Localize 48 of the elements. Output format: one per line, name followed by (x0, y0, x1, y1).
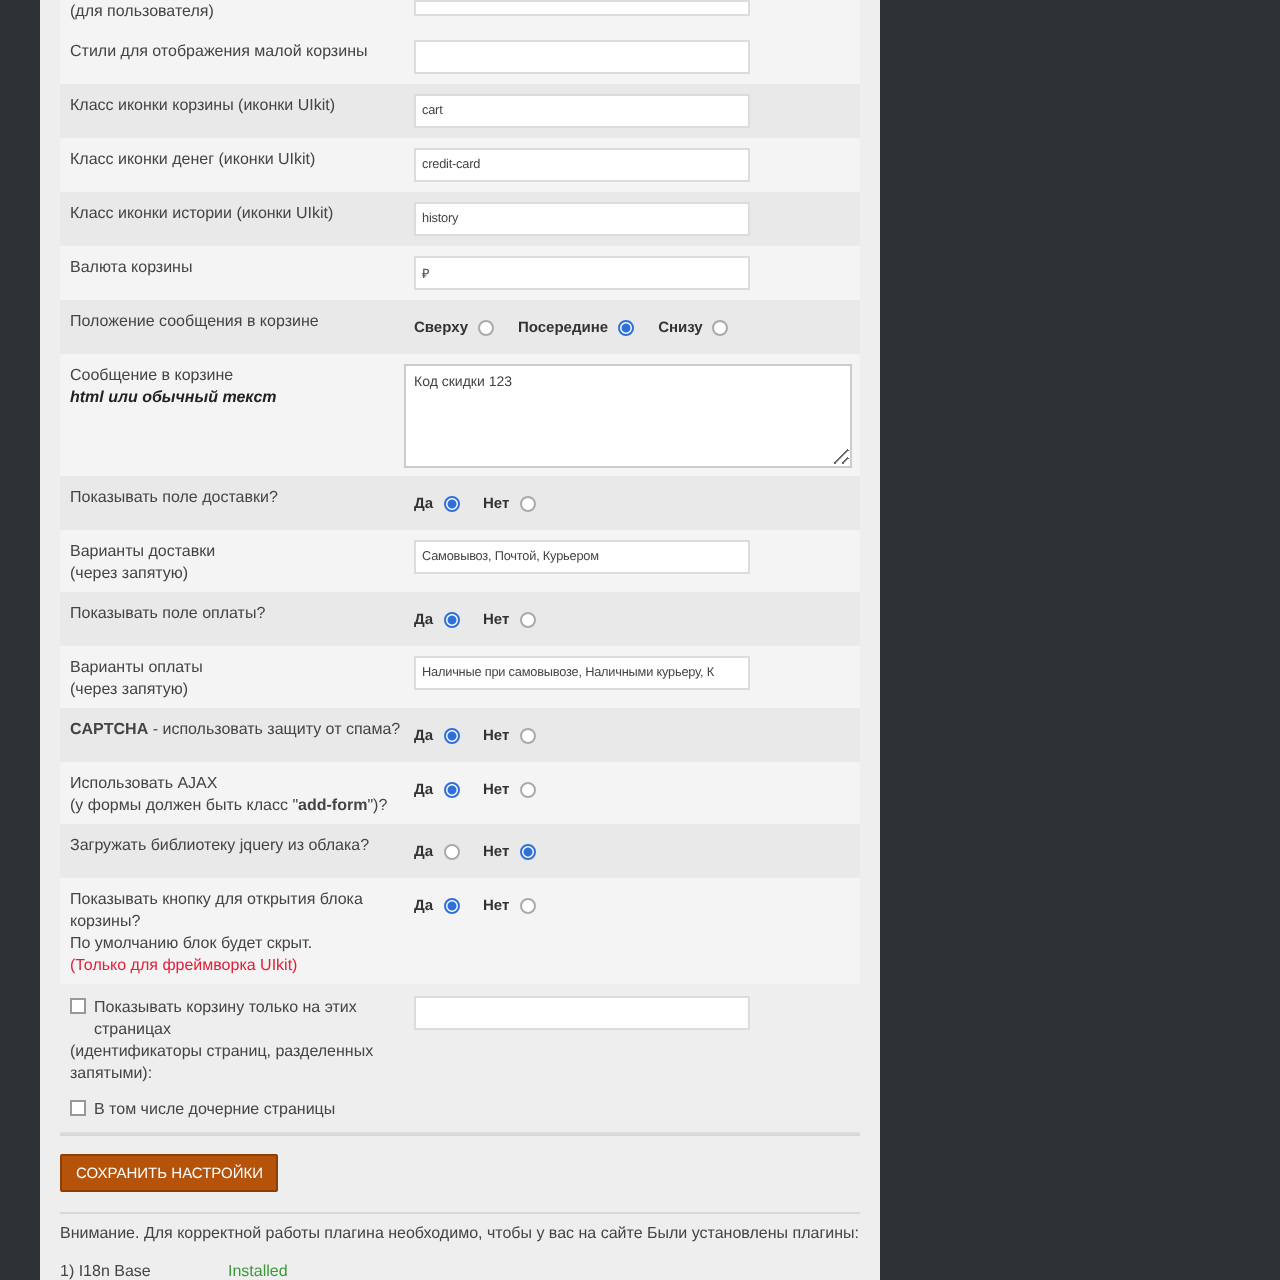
field-label: CAPTCHA - использовать защиту от спама? (70, 718, 403, 740)
radio-button[interactable] (478, 319, 495, 335)
field-label: Показывать поле доставки? (70, 486, 280, 508)
radio-button[interactable] (519, 781, 536, 797)
field-label: Использовать AJAX (70, 772, 220, 794)
field-label: Показывать поле оплаты? (70, 602, 268, 624)
radio-button[interactable] (443, 781, 460, 797)
radio-button[interactable] (443, 843, 460, 859)
field-hint: html или обычный текст (70, 386, 279, 408)
radio-button[interactable] (618, 319, 635, 335)
radio-button[interactable] (443, 495, 460, 511)
field-label: Класс иконки денег (иконки UIkit) (70, 148, 318, 170)
field-label: По умолчанию блок будет скрыт. (70, 932, 315, 954)
checkbox[interactable] (70, 1100, 86, 1116)
text-field[interactable] (414, 996, 750, 1030)
field-label: (через запятую) (70, 678, 191, 700)
field-label: (для пользователя) (70, 0, 216, 22)
field-label: Стили для отображения малой корзины (70, 40, 370, 62)
radio-button[interactable] (519, 495, 536, 511)
checkbox[interactable] (70, 998, 86, 1014)
plugin-name: 1) I18n Base (60, 1262, 153, 1280)
field-label: Валюта корзины (70, 256, 195, 278)
field-label: Сообщение в корзине (70, 364, 236, 386)
field-label: Класс иконки корзины (иконки UIkit) (70, 94, 337, 116)
radio-button[interactable] (519, 843, 536, 859)
field-label: Положение сообщения в корзине (70, 310, 321, 332)
field-label: Загружать библиотеку jquery из облака? (70, 834, 372, 856)
field-label: Варианты оплаты (70, 656, 205, 678)
field-label: (через запятую) (70, 562, 191, 584)
text-field[interactable] (414, 40, 750, 74)
radio-button[interactable] (519, 611, 536, 627)
radio-button[interactable] (443, 611, 460, 627)
field-label: (у формы должен быть класс "add-form")? (70, 794, 390, 816)
radio-button[interactable] (519, 727, 536, 743)
text-field[interactable] (414, 0, 750, 16)
field-note: (Только для фреймворка UIkit) (70, 954, 300, 976)
field-label: Варианты доставки (70, 540, 218, 562)
notice-text: Внимание. Для корректной работы плагина необходимо, чтобы у вас на сайте Были установлены плагины: (60, 1224, 860, 1242)
radio-button[interactable] (443, 897, 460, 913)
checkbox-label: Показывать корзину только на этих страницах (94, 996, 359, 1040)
plugin-status: Installed (228, 1262, 288, 1280)
checkbox-label: В том числе дочерние страницы (94, 1098, 336, 1120)
radio-button[interactable] (519, 897, 536, 913)
radio-button[interactable] (443, 727, 460, 743)
radio-button[interactable] (712, 319, 729, 335)
field-hint: (идентификаторы страниц, разделенных запятыми): (70, 1040, 376, 1084)
field-label: Класс иконки истории (иконки UIkit) (70, 202, 336, 224)
field-label: Показывать кнопку для открытия блока корзины? (70, 888, 365, 932)
